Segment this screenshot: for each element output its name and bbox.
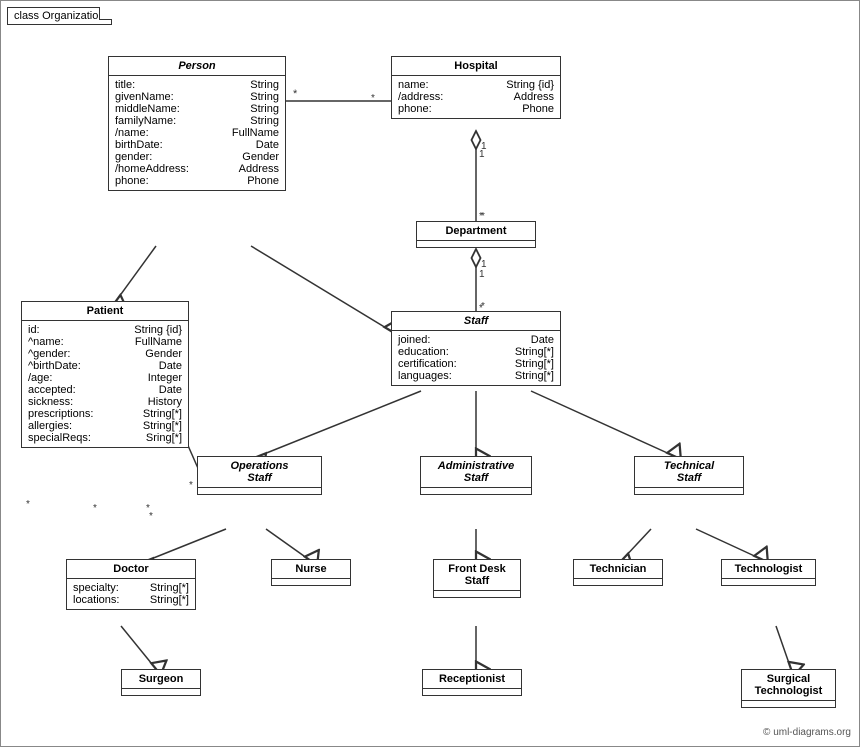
staff-title: Staff — [392, 312, 560, 331]
surgeon-class: Surgeon — [121, 669, 201, 696]
svg-text:*: * — [189, 480, 193, 491]
diagram-container: class Organization * 1 * — [0, 0, 860, 747]
doctor-attrs: specialty:String[*] locations:String[*] — [67, 579, 195, 609]
diagram-title: class Organization — [7, 7, 112, 25]
department-attrs — [417, 241, 535, 247]
technologist-class: Technologist — [721, 559, 816, 586]
hospital-attrs: name:String {id} /address:Address phone:… — [392, 76, 560, 118]
mult-dept-1: 1 — [479, 269, 485, 280]
patient-title: Patient — [22, 302, 188, 321]
technician-title: Technician — [574, 560, 662, 579]
doctor-title: Doctor — [67, 560, 195, 579]
mult-patient-star: * — [26, 499, 30, 510]
technician-class: Technician — [573, 559, 663, 586]
receptionist-title: Receptionist — [423, 670, 521, 689]
nurse-title: Nurse — [272, 560, 350, 579]
mult-dept-star: * — [479, 211, 483, 222]
nurse-class: Nurse — [271, 559, 351, 586]
operations-staff-class: OperationsStaff — [197, 456, 322, 495]
front-desk-staff-class: Front DeskStaff — [433, 559, 521, 598]
person-class: Person title:String givenName:String mid… — [108, 56, 286, 191]
hospital-class: Hospital name:String {id} /address:Addre… — [391, 56, 561, 119]
staff-class: Staff joined:Date education:String[*] ce… — [391, 311, 561, 386]
hospital-title: Hospital — [392, 57, 560, 76]
technologist-title: Technologist — [722, 560, 815, 579]
patient-attrs: id:String {id} ^name:FullName ^gender:Ge… — [22, 321, 188, 447]
department-class: Department — [416, 221, 536, 248]
svg-text:*: * — [293, 88, 298, 100]
receptionist-class: Receptionist — [422, 669, 522, 696]
administrative-staff-title: AdministrativeStaff — [421, 457, 531, 488]
copyright: © uml-diagrams.org — [763, 727, 851, 738]
department-title: Department — [417, 222, 535, 241]
operations-staff-title: OperationsStaff — [198, 457, 321, 488]
mult-staff-star: * — [479, 303, 483, 314]
technical-staff-class: TechnicalStaff — [634, 456, 744, 495]
patient-class: Patient id:String {id} ^name:FullName ^g… — [21, 301, 189, 448]
technical-staff-title: TechnicalStaff — [635, 457, 743, 488]
mult-hospital-star: * — [371, 93, 375, 104]
surgical-technologist-class: SurgicalTechnologist — [741, 669, 836, 708]
mult-hospital-1: 1 — [479, 149, 485, 160]
mult-ops-star: * — [149, 511, 153, 522]
staff-attrs: joined:Date education:String[*] certific… — [392, 331, 560, 385]
doctor-class: Doctor specialty:String[*] locations:Str… — [66, 559, 196, 610]
surgical-technologist-title: SurgicalTechnologist — [742, 670, 835, 701]
person-title: Person — [109, 57, 285, 76]
administrative-staff-class: AdministrativeStaff — [420, 456, 532, 495]
front-desk-staff-title: Front DeskStaff — [434, 560, 520, 591]
svg-text:*: * — [93, 503, 97, 514]
person-attrs: title:String givenName:String middleName… — [109, 76, 285, 190]
surgeon-title: Surgeon — [122, 670, 200, 689]
